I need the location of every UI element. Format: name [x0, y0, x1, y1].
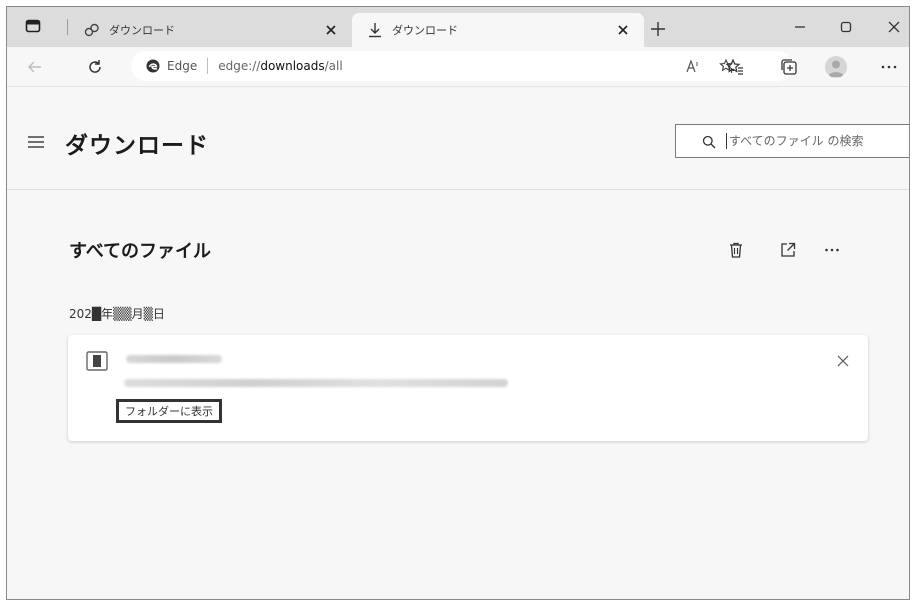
tab-title: ダウンロード — [392, 24, 458, 37]
tab-strip: ダウンロード ダウンロード — [7, 7, 909, 47]
download-item-card: ██████████ █████████████████████████████… — [68, 335, 868, 441]
download-arrow-icon — [366, 21, 384, 39]
profile-avatar[interactable] — [825, 56, 847, 78]
tab-separator — [67, 19, 68, 35]
tab-actions-icon[interactable] — [25, 18, 41, 34]
new-tab-plus-icon[interactable] — [650, 21, 666, 37]
url-host: downloads — [260, 59, 325, 73]
favorites-icon[interactable] — [725, 57, 745, 77]
section-title: すべてのファイル — [69, 241, 212, 262]
address-separator — [207, 58, 209, 74]
hamburger-menu-icon[interactable] — [27, 134, 45, 148]
search-icon — [702, 134, 716, 149]
show-in-folder-link[interactable]: フォルダーに表示 — [116, 399, 222, 423]
tab-title: ダウンロード — [109, 24, 175, 37]
download-date-label: 202█年▒▒月▒日 — [69, 307, 165, 321]
window-close-icon[interactable] — [887, 19, 901, 33]
browser-window: ダウンロード ダウンロード Edge edge:// downloads /al… — [6, 6, 910, 600]
address-label: Edge — [167, 59, 198, 73]
address-bar[interactable]: Edge edge:// downloads /all — [131, 51, 793, 81]
page-title: ダウンロード — [65, 133, 209, 159]
file-name[interactable]: ██████████ — [126, 355, 222, 363]
search-input[interactable] — [729, 134, 899, 148]
delete-all-trash-icon[interactable] — [727, 241, 745, 259]
search-box[interactable] — [675, 124, 909, 158]
url-path: /all — [324, 59, 343, 73]
tab-downloads-inactive[interactable]: ダウンロード — [77, 13, 352, 47]
more-options-icon[interactable] — [879, 57, 899, 77]
close-icon[interactable] — [324, 23, 338, 37]
close-icon[interactable] — [616, 23, 630, 37]
more-actions-icon[interactable] — [823, 241, 841, 259]
url-prefix: edge:// — [218, 59, 261, 73]
back-arrow-icon[interactable] — [25, 57, 45, 77]
tab-downloads-active[interactable]: ダウンロード — [352, 13, 644, 47]
maximize-icon[interactable] — [839, 19, 853, 33]
collections-icon[interactable] — [779, 57, 799, 77]
edge-logo-icon — [145, 58, 161, 74]
read-aloud-icon[interactable] — [685, 58, 701, 74]
remove-download-close-icon[interactable] — [836, 353, 850, 367]
file-type-icon — [86, 351, 108, 371]
file-source-url: ████████████████████████████████████████ — [124, 379, 508, 387]
browser-toolbar: Edge edge:// downloads /all — [7, 47, 909, 87]
link-icon — [83, 21, 101, 39]
text-caret — [726, 133, 727, 149]
refresh-icon[interactable] — [85, 57, 105, 77]
minimize-icon[interactable] — [793, 19, 807, 33]
open-folder-external-icon[interactable] — [779, 241, 797, 259]
